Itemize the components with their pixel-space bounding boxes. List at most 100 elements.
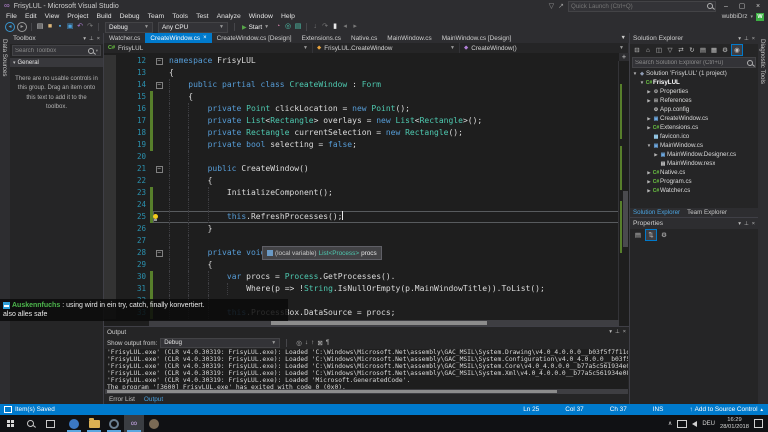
navigate-backward-icon[interactable]: ◂ (5, 22, 15, 32)
tree-item-native-cs[interactable]: ▶ C# Native.cs (630, 168, 758, 177)
action-center-icon[interactable] (754, 419, 763, 428)
find-prev-icon[interactable]: ↑ (311, 339, 314, 347)
signed-in-user[interactable]: wubbiDrz (722, 13, 748, 20)
glyph-margin[interactable] (104, 79, 116, 91)
bookmark-icon[interactable]: ▮ (330, 22, 340, 32)
code-line-12[interactable]: 12− namespace FrisyLUL (104, 55, 619, 67)
toolbox-search[interactable]: Search Toolbox ▾ (12, 45, 101, 56)
tree-item-app-config[interactable]: ⚙ App.config (630, 105, 758, 114)
glyph-margin[interactable] (104, 151, 116, 163)
taskbar-app-file-explorer[interactable] (84, 415, 104, 432)
split-window-button[interactable]: + (619, 53, 629, 61)
user-avatar[interactable]: W (756, 12, 764, 21)
code-line-22[interactable]: 22{ (104, 175, 619, 187)
toolbox-group-general[interactable]: ▾ General (10, 58, 103, 67)
window-position-icon[interactable]: ▾ (738, 36, 741, 42)
fold-collapse-icon[interactable]: − (155, 249, 163, 257)
menu-help[interactable]: Help (277, 13, 299, 20)
categorized-icon[interactable]: ▤ (633, 230, 643, 240)
editor-tab-watcher-cs[interactable]: Watcher.cs (104, 33, 145, 43)
glyph-margin[interactable] (104, 91, 116, 103)
tree-item-extensions-cs[interactable]: ▶ C# Extensions.cs (630, 123, 758, 132)
pending-changes-filter-icon[interactable]: ▽ (665, 45, 675, 55)
pin-icon[interactable]: ⊥ (744, 36, 749, 42)
code-line-17[interactable]: 17 private List<Rectangle> overlays = new… (104, 115, 619, 127)
glyph-margin[interactable] (104, 187, 116, 199)
collapse-all-icon[interactable]: ⊟ (632, 45, 642, 55)
menu-tools[interactable]: Tools (168, 13, 192, 20)
open-file-icon[interactable]: ■ (45, 22, 55, 32)
code-line-20[interactable]: 20 (104, 151, 619, 163)
editor-tab-native-cs[interactable]: Native.cs (346, 33, 382, 43)
type-dropdown[interactable]: ◆ FrisyLUL.CreateWindow ▼ (313, 43, 460, 53)
toggle-word-wrap-icon[interactable]: ¶ (326, 339, 330, 347)
panel-tab-team-explorer[interactable]: Team Explorer (687, 209, 727, 216)
output-source-dropdown[interactable]: Debug ▼ (160, 338, 281, 348)
window-position-icon[interactable]: ▾ (83, 36, 86, 42)
panel-tab-output[interactable]: Output (144, 396, 163, 403)
pin-icon[interactable]: ⊥ (615, 329, 620, 335)
tree-item-watcher-cs[interactable]: ▶ C# Watcher.cs (630, 186, 758, 195)
keyboard-language[interactable]: DEU (702, 421, 715, 427)
diagnostic-tools-tab[interactable]: Diagnostic Tools (759, 33, 766, 84)
bookmark-next-icon[interactable]: ▸ (350, 22, 360, 32)
code-line-25[interactable]: 25 this.RefreshProcesses(); (104, 211, 619, 223)
member-dropdown[interactable]: ◆ CreateWindow() ▼ (460, 43, 629, 53)
pin-icon[interactable]: ⊥ (744, 221, 749, 227)
properties-icon[interactable]: ⚙ (720, 45, 730, 55)
glyph-margin[interactable] (104, 199, 116, 211)
home-icon[interactable]: ⌂ (643, 45, 653, 55)
glyph-margin[interactable] (104, 271, 116, 283)
tree-item-properties[interactable]: ▶ ⚙ Properties (630, 87, 758, 96)
document-list-dropdown-icon[interactable]: ▼ (618, 35, 629, 41)
find-message-icon[interactable]: ◎ (296, 339, 302, 347)
solution-explorer-search[interactable]: Search Solution Explorer (Ctrl+ü) (632, 57, 756, 68)
glyph-margin[interactable] (104, 223, 116, 235)
taskbar-app-visual-studio[interactable]: ∞ (124, 415, 144, 432)
panel-tab-error-list[interactable]: Error List (109, 396, 135, 403)
glyph-margin[interactable] (104, 235, 116, 247)
menu-analyze[interactable]: Analyze (213, 13, 245, 20)
start-button[interactable] (0, 415, 20, 432)
window-position-icon[interactable]: ▾ (609, 329, 612, 335)
code-line-26[interactable]: 26} (104, 223, 619, 235)
solution-configurations-dropdown[interactable]: Debug ▼ (105, 21, 153, 33)
panel-tab-solution-explorer[interactable]: Solution Explorer (633, 209, 680, 216)
close-icon[interactable]: × (752, 221, 755, 227)
close-icon[interactable]: × (97, 36, 100, 42)
menu-project[interactable]: Project (63, 13, 92, 20)
menu-edit[interactable]: Edit (21, 13, 41, 20)
code-line-21[interactable]: 21− public CreateWindow() (104, 163, 619, 175)
find-in-files-icon[interactable]: ◎ (283, 22, 293, 32)
glyph-margin[interactable] (104, 115, 116, 127)
close-icon[interactable]: × (623, 329, 626, 335)
application-insights-icon[interactable]: ◔ (273, 22, 283, 32)
clear-all-icon[interactable]: ⊠ (317, 339, 322, 347)
volume-icon[interactable] (692, 420, 698, 427)
glyph-margin[interactable] (104, 259, 116, 271)
code-line-24[interactable]: 24 (104, 199, 619, 211)
refresh-icon[interactable]: ↻ (687, 45, 697, 55)
code-line-23[interactable]: 23 InitializeComponent(); (104, 187, 619, 199)
menu-build[interactable]: Build (92, 13, 115, 20)
tree-item-solution-frisylul-1-project-[interactable]: ▼ ◆ Solution 'FrisyLUL' (1 project) (630, 69, 758, 78)
glyph-margin[interactable] (104, 175, 116, 187)
code-line-13[interactable]: 13{ (104, 67, 619, 79)
editor-tab-mainwindow-cs-design-[interactable]: MainWindow.cs [Design] (437, 33, 517, 43)
glyph-margin[interactable] (104, 67, 116, 79)
glyph-margin[interactable] (104, 247, 116, 259)
solution-platforms-dropdown[interactable]: Any CPU ▼ (158, 21, 228, 33)
data-sources-tab[interactable]: Data Sources (1, 33, 8, 77)
menu-debug[interactable]: Debug (116, 13, 144, 20)
start-debugging-button[interactable]: ▶ Start ▼ (242, 24, 269, 31)
menu-window[interactable]: Window (245, 13, 277, 20)
tree-item-frisylul[interactable]: ▼ C# FrisyLUL (630, 78, 758, 87)
quick-launch-input[interactable] (571, 2, 707, 10)
comment-icon[interactable]: ▤ (293, 22, 303, 32)
notifications-icon[interactable]: ▽ (549, 2, 554, 10)
switch-views-icon[interactable]: ◫ (654, 45, 664, 55)
alphabetical-icon[interactable]: ⇅ (645, 229, 657, 241)
code-editor[interactable]: 12− namespace FrisyLUL 13{14− public partia… (104, 53, 629, 326)
user-dropdown-icon[interactable]: ▾ (750, 14, 753, 20)
close-icon[interactable]: × (752, 36, 755, 42)
